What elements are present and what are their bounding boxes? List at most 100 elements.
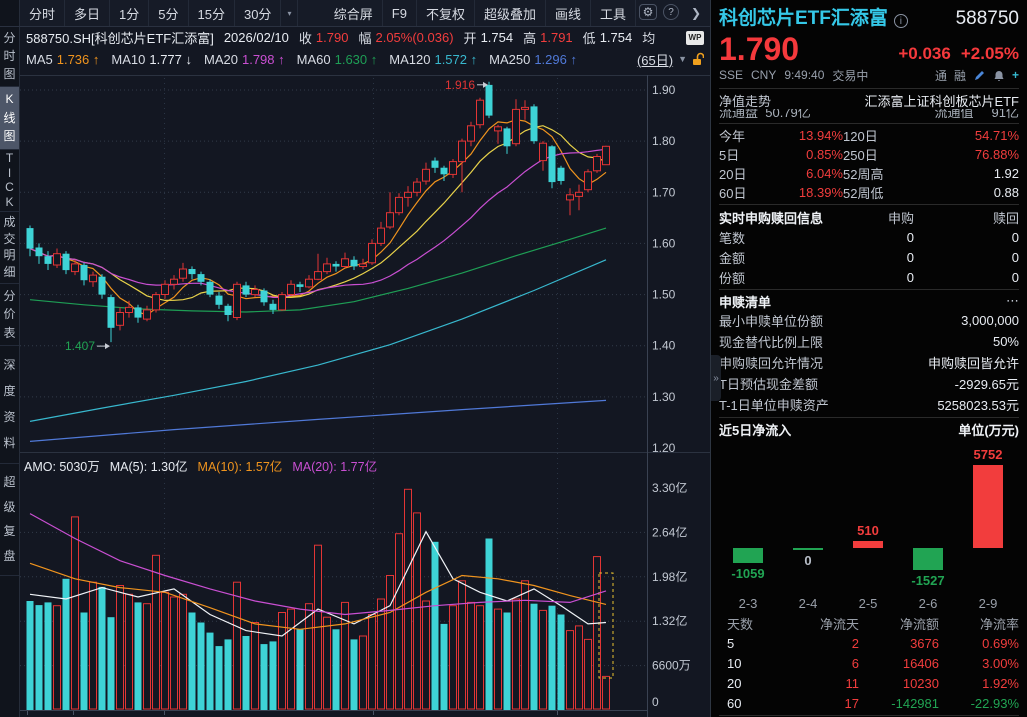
kline-chart[interactable]: 1.901.801.701.601.501.401.301.203.30亿2.6…: [20, 70, 710, 717]
redemption-row: T日预估现金差额 -2929.65元: [719, 373, 1019, 394]
help-icon[interactable]: ?: [663, 4, 679, 20]
add-to-watchlist-icon[interactable]: +: [1012, 68, 1019, 82]
flow-table-cell: 1.92%: [939, 673, 1019, 693]
pencil-icon[interactable]: [973, 69, 986, 82]
net-inflow-unit: 单位(万元): [958, 420, 1019, 439]
perf-value: 1.92: [905, 164, 1019, 183]
redemption-row-label: 最小申赎单位份额: [719, 311, 823, 330]
realtime-header: 实时申购赎回信息: [719, 207, 824, 227]
toolbar-item-工具[interactable]: 工具: [591, 0, 636, 26]
underlying-fund-name: 汇添富上证科创板芯片ETF: [864, 91, 1019, 110]
price-change-pct: +2.05%: [961, 44, 1019, 64]
svg-text:0: 0: [652, 695, 659, 709]
perf-value: 13.94%: [765, 126, 843, 145]
app-menu-button[interactable]: [0, 0, 20, 26]
sidebar-item-TICK[interactable]: TICK: [0, 150, 19, 212]
toolbar-item-不复权[interactable]: 不复权: [417, 0, 475, 26]
kline-volume-svg[interactable]: 1.901.801.701.601.501.401.301.203.30亿2.6…: [20, 70, 710, 717]
period-dropdown-caret[interactable]: ▾: [281, 0, 298, 26]
flow-table-cell: 10: [719, 653, 779, 673]
toolbar-item-超级叠加[interactable]: 超级叠加: [475, 0, 546, 26]
realtime-redeem-value: 0: [914, 267, 1019, 287]
chevron-down-icon[interactable]: ▼: [678, 54, 687, 64]
flow-table-cell: 0.69%: [939, 633, 1019, 653]
etf-name: 科创芯片ETF汇添富: [719, 3, 888, 30]
perf-value: 18.39%: [765, 183, 843, 202]
flow-bar-value: 0: [779, 553, 837, 568]
volume-legend-item: MA(5): 1.30亿: [110, 456, 188, 475]
flow-bar-column-2-4: 02-4: [779, 438, 837, 613]
wp-badge-icon[interactable]: WP: [686, 31, 704, 45]
toolbar-item-5分[interactable]: 5分: [149, 0, 188, 26]
ma-legend-MA60: MA601.630 ↑: [297, 52, 378, 67]
redemption-row-value: 50%: [993, 334, 1019, 349]
redemption-row: T-1日单位申赎资产5258023.53元: [719, 394, 1019, 415]
flow-bar-value: 510: [839, 523, 897, 538]
flow-table-cell: 60: [719, 693, 779, 713]
perf-value: 0.88: [905, 183, 1019, 202]
chevron-right-icon[interactable]: ❯: [685, 4, 707, 22]
perf-value: 54.71%: [905, 126, 1019, 145]
flow-table-cell: 3.00%: [939, 653, 1019, 673]
sidebar-item-分价表[interactable]: 分价表: [0, 284, 19, 346]
redemption-row: 现金替代比例上限50%: [719, 331, 1019, 352]
volume-legend-item: MA(10): 1.57亿: [198, 456, 283, 475]
realtime-row-label: 份额: [719, 267, 824, 287]
info-icon[interactable]: i: [894, 14, 908, 28]
nav-trend-label[interactable]: 净值走势: [719, 91, 771, 110]
svg-text:1.40: 1.40: [652, 339, 676, 353]
perf-label: 52周低: [843, 183, 905, 202]
redemption-row-value: 3,000,000: [961, 313, 1019, 328]
redemption-row-value: 5258023.53元: [937, 395, 1019, 414]
sidebar-item-超级复盘[interactable]: 超级复盘: [0, 464, 19, 576]
flow-bar: [853, 541, 883, 548]
perf-value: 6.04%: [765, 164, 843, 183]
redemption-row-value: -2929.65元: [955, 374, 1019, 393]
net-inflow-table: 天数净流天净流额净流率5236760.69%106164063.00%20111…: [719, 613, 1019, 713]
svg-text:1.60: 1.60: [652, 236, 676, 250]
flow-bar-value: -1059: [719, 566, 777, 581]
flow-bar-value: -1527: [899, 573, 957, 588]
panel-collapse-handle[interactable]: »: [711, 355, 721, 401]
quote-info-row: 588750.SH[科创芯片ETF汇添富] 2026/02/10 收1.790幅…: [20, 27, 710, 48]
volume-legend-item: MA(20): 1.77亿: [292, 456, 377, 475]
toolbar-item-F9[interactable]: F9: [383, 0, 417, 26]
more-ellipsis-icon[interactable]: ⋯: [1006, 293, 1019, 309]
redemption-row: 申购赎回允许情况申购赎回皆允许: [719, 352, 1019, 373]
flow-table-header: 净流额: [859, 613, 939, 633]
perf-value: 76.88%: [905, 145, 1019, 164]
flow-table-header: 净流天: [779, 613, 859, 633]
quote-field-幅: 幅2.05%(0.036): [358, 28, 453, 47]
sidebar-item-深度资料[interactable]: 深度资料: [0, 346, 19, 464]
flow-bar-column-2-6: -15272-6: [899, 438, 957, 613]
perf-label: 250日: [843, 145, 905, 164]
quote-field-收: 收1.790: [299, 28, 349, 47]
ma-legend-MA250: MA2501.296 ↑: [489, 52, 577, 67]
quote-field-高: 高1.791: [523, 28, 573, 47]
svg-text:1.32亿: 1.32亿: [652, 613, 687, 628]
flow-bar: [793, 548, 823, 550]
redemption-row-label: T日预估现金差额: [719, 374, 818, 393]
toolbar-item-分时[interactable]: 分时: [20, 0, 65, 26]
toolbar-item-1分[interactable]: 1分: [110, 0, 149, 26]
toolbar-item-多日[interactable]: 多日: [65, 0, 110, 26]
redemption-detail-rows: 最小申赎单位份额 3,000,000 现金替代比例上限50%申购赎回允许情况申购赎回…: [719, 310, 1019, 415]
flow-bar: [973, 465, 1003, 548]
settings-gear-icon[interactable]: ⚙: [639, 4, 657, 20]
toolbar-item-30分[interactable]: 30分: [235, 0, 281, 26]
toolbar-item-15分[interactable]: 15分: [189, 0, 235, 26]
realtime-subscribe-value: 0: [824, 227, 914, 247]
unlock-icon[interactable]: [692, 52, 704, 66]
bell-icon[interactable]: [993, 69, 1005, 82]
quote-time: 9:49:40: [784, 68, 824, 82]
sidebar-item-分时图[interactable]: 分时图: [0, 27, 19, 87]
sidebar-item-成交明细[interactable]: 成交明细: [0, 212, 19, 284]
svg-text:1.90: 1.90: [652, 83, 676, 97]
sidebar-item-K线图[interactable]: K线图: [0, 87, 19, 150]
toolbar-item-画线[interactable]: 画线: [546, 0, 591, 26]
realtime-redeem-value: 0: [914, 227, 1019, 247]
flow-table-cell: 16406: [859, 653, 939, 673]
toolbar-item-综合屏[interactable]: 综合屏: [325, 0, 383, 26]
exchange-label: SSE: [719, 68, 743, 82]
ma-period-selector[interactable]: (65日): [637, 50, 673, 69]
